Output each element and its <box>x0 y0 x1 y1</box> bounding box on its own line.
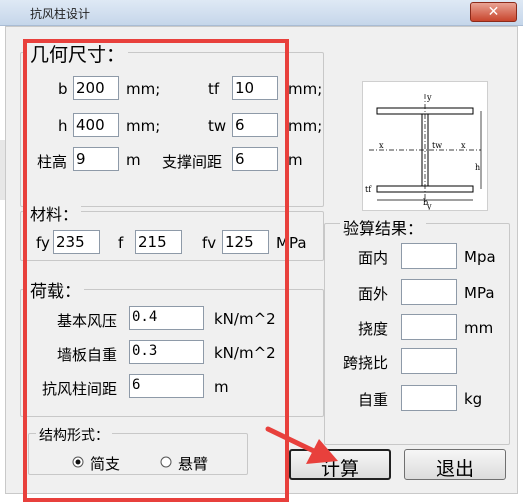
tw-unit: mm; <box>288 117 323 135</box>
result-out-plane-label: 面外 <box>358 285 389 303</box>
label-y-top: y <box>426 93 432 102</box>
label-tf: tf <box>365 185 372 194</box>
close-button[interactable]: ✕ <box>470 2 517 22</box>
result-deflection-unit: mm <box>464 319 494 337</box>
result-in-plane-label: 面内 <box>358 249 389 267</box>
section-diagram: y y x x tw tf b h <box>362 81 488 211</box>
result-span-ratio-field[interactable] <box>401 348 457 374</box>
tf-unit: mm; <box>288 80 323 98</box>
label-h: h <box>475 163 480 172</box>
result-self-weight-field[interactable] <box>401 385 457 411</box>
result-self-weight-label: 自重 <box>358 391 389 409</box>
calculate-button[interactable]: 计算 <box>289 449 391 480</box>
result-out-plane-field[interactable] <box>401 279 457 305</box>
result-in-plane-field[interactable] <box>401 243 457 269</box>
window-title: 抗风柱设计 <box>30 7 91 21</box>
result-in-plane-unit: Mpa <box>464 248 496 266</box>
result-deflection-field[interactable] <box>401 314 457 340</box>
result-deflection-label: 挠度 <box>358 320 389 338</box>
support-spacing-unit: m <box>288 151 303 169</box>
label-x-right: x <box>461 141 466 150</box>
i-beam-section-icon: y y x x tw tf b h <box>365 93 482 211</box>
dialog-body: 几何尺寸： b 200 mm; tf 10 mm; h 400 mm; tw 6… <box>5 26 518 502</box>
result-self-weight-unit: kg <box>464 390 483 408</box>
exit-button[interactable]: 退出 <box>404 449 506 480</box>
label-b: b <box>423 198 428 207</box>
annotation-highlight-box <box>23 39 289 502</box>
result-span-ratio-label: 跨挠比 <box>343 354 389 372</box>
label-tw: tw <box>432 141 442 150</box>
result-out-plane-unit: MPa <box>464 284 495 302</box>
results-title: 验算结果： <box>340 215 427 239</box>
label-x-left: x <box>379 141 384 150</box>
